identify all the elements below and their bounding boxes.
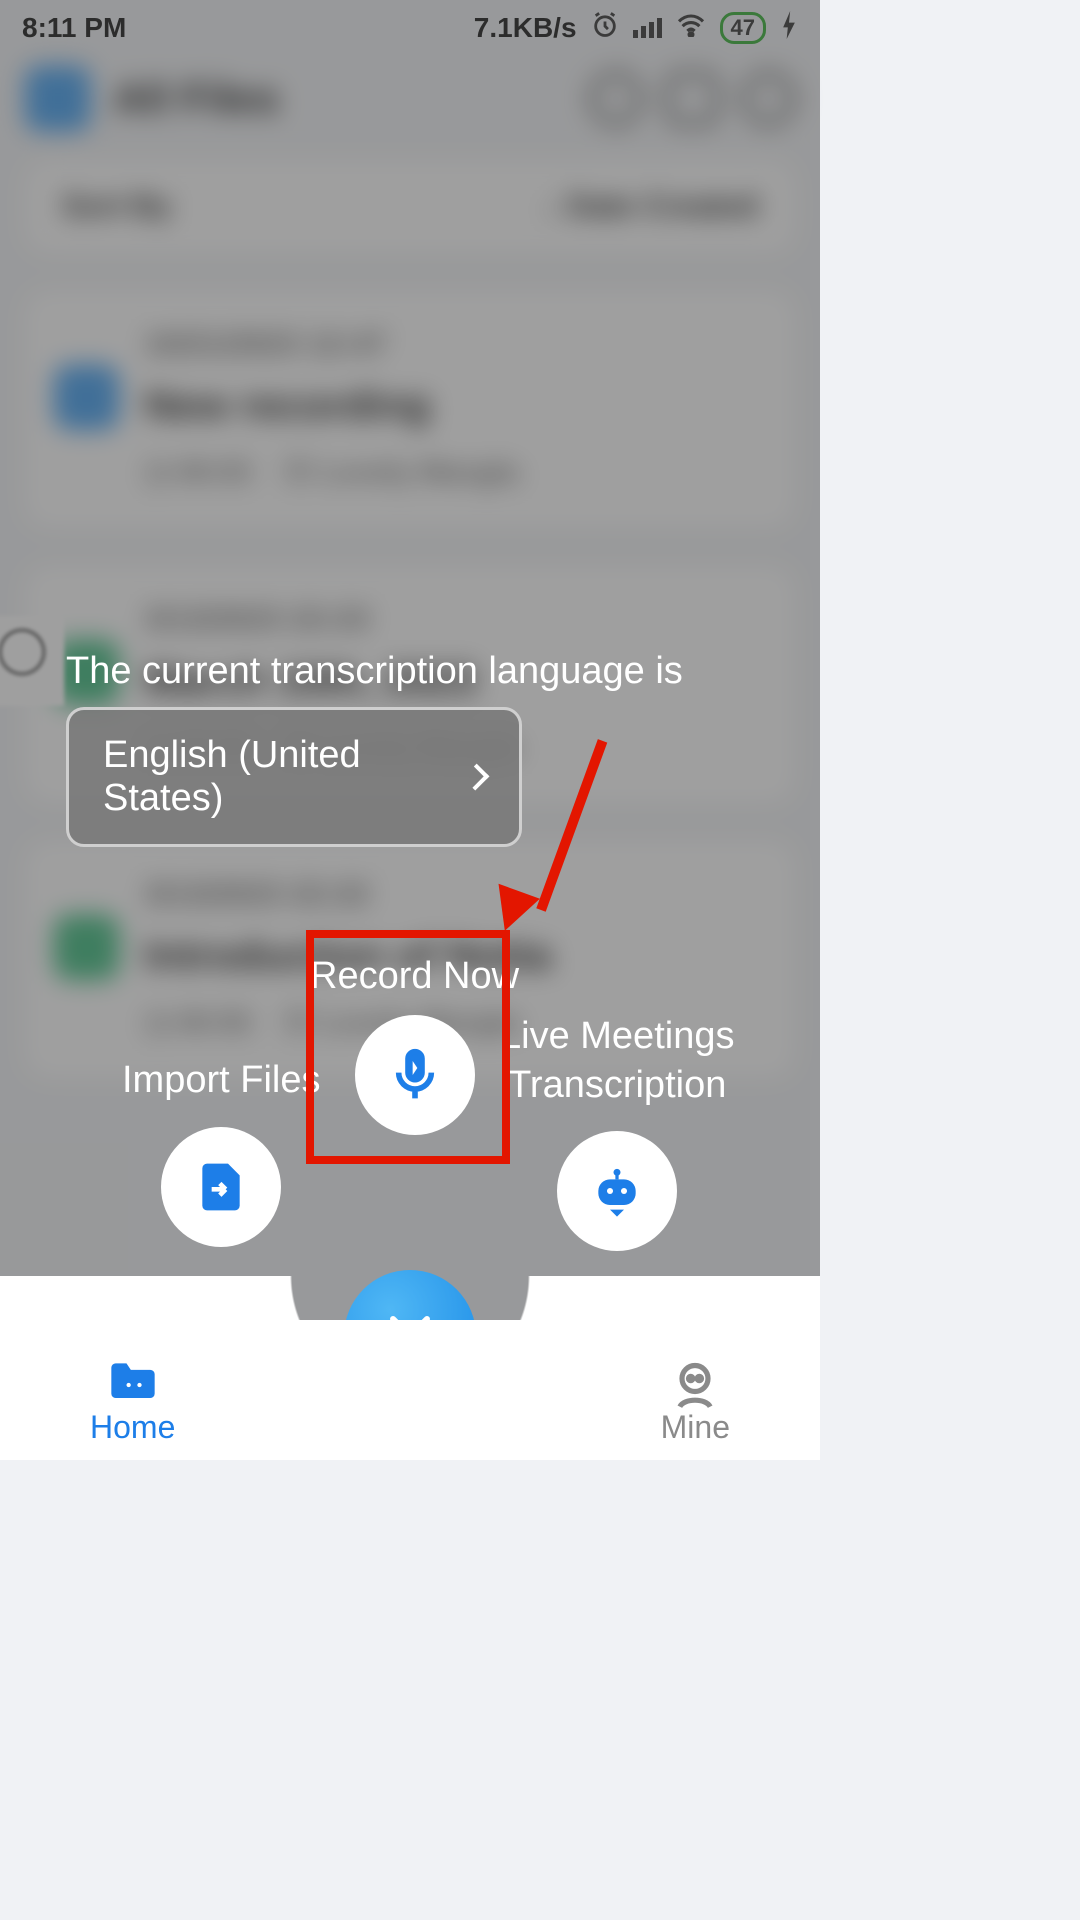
language-select-button[interactable]: English (United States) <box>66 707 522 847</box>
tab-home-label: Home <box>90 1409 175 1446</box>
language-name: English (United States) <box>103 734 437 820</box>
import-icon <box>161 1127 281 1247</box>
tab-mine-label: Mine <box>661 1409 730 1446</box>
bot-icon <box>557 1131 677 1251</box>
language-hint-label: The current transcription language is <box>66 650 683 693</box>
live-meetings-button[interactable]: Live Meetings Transcription <box>500 1012 734 1251</box>
tab-bar: Home Mine <box>0 1320 820 1460</box>
live-meetings-label: Live Meetings Transcription <box>500 1012 734 1109</box>
tab-home[interactable]: Home <box>90 1359 175 1446</box>
annotation-arrow <box>472 730 592 940</box>
tab-mine[interactable]: Mine <box>661 1359 730 1446</box>
person-icon <box>669 1359 721 1403</box>
annotation-highlight-box <box>306 930 510 1164</box>
import-files-button[interactable]: Import Files <box>122 1056 320 1247</box>
folder-icon <box>107 1359 159 1403</box>
import-files-label: Import Files <box>122 1056 320 1105</box>
